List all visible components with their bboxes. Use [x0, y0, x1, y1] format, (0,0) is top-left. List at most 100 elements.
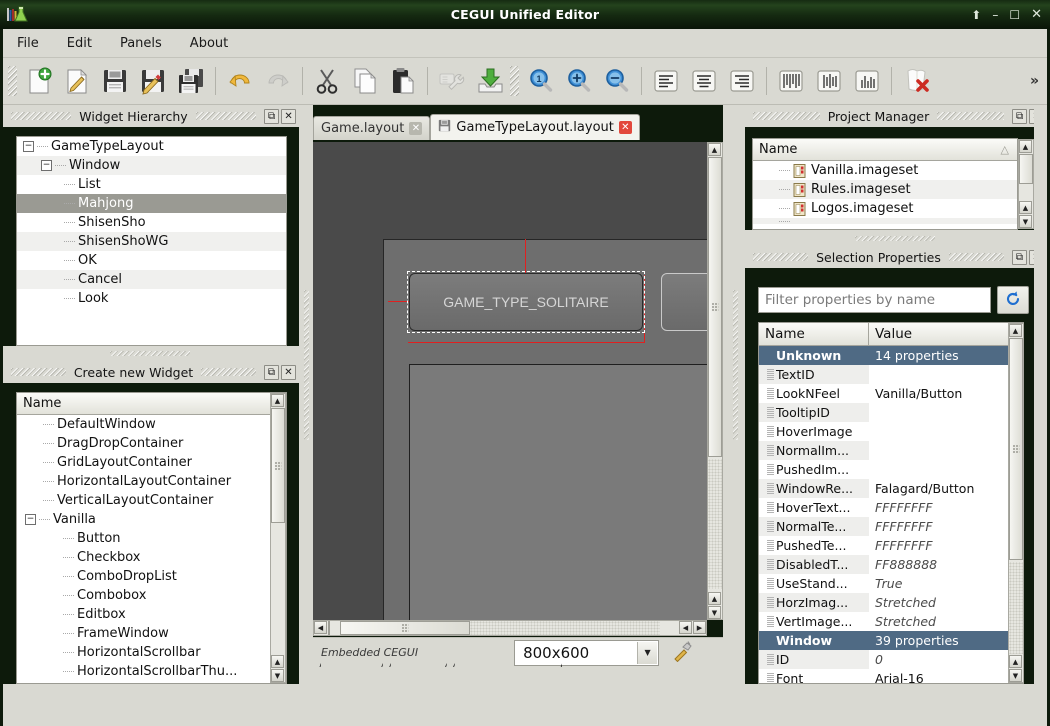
cegui-widget-list-panel[interactable]: [409, 364, 707, 620]
maximize-button[interactable]: ☐: [1009, 9, 1020, 21]
property-value[interactable]: Stretched: [869, 593, 1023, 612]
scrollbar-track[interactable]: [708, 459, 722, 589]
toolbar-overflow-button[interactable]: »: [1030, 73, 1039, 89]
property-row-vertimageformatting[interactable]: VertImage... Stretched: [759, 612, 1023, 631]
property-value[interactable]: [869, 365, 1023, 384]
tree-item-ok[interactable]: OK: [17, 251, 286, 270]
property-row-font[interactable]: Font Arial-16: [759, 669, 1023, 684]
widget-type-dragdropcontainer[interactable]: DragDropContainer: [17, 434, 286, 453]
toolbar-drag-handle[interactable]: [510, 66, 519, 96]
sort-ascending-icon[interactable]: △: [1001, 143, 1009, 156]
scrollbar-thumb[interactable]: [1019, 154, 1033, 184]
property-value[interactable]: Stretched: [869, 612, 1023, 631]
scrollbar-thumb[interactable]: [271, 408, 285, 523]
widget-hierarchy-close-icon[interactable]: ✕: [281, 109, 296, 124]
scrollbar-thumb[interactable]: [1009, 338, 1023, 560]
create-widget-tree[interactable]: Name DefaultWindow DragDropContainer Gri…: [16, 392, 287, 684]
document-tab-game-layout[interactable]: Game.layout ✕: [313, 116, 430, 140]
widget-type-horizontalscrollbarthumb[interactable]: HorizontalScrollbarThu...: [17, 662, 286, 681]
property-row-tooltipid[interactable]: TooltipID: [759, 403, 1023, 422]
canvas-vertical-scrollbar[interactable]: ▲ ▲ ▼: [707, 142, 723, 620]
project-manager-tree[interactable]: Name △ Vanilla.imageset: [752, 138, 1018, 230]
new-file-button[interactable]: [20, 62, 58, 100]
property-value[interactable]: Falagard/Button: [869, 479, 1023, 498]
layout-canvas[interactable]: GAME_TYPE_SOLITAIRE GAM: [313, 142, 707, 620]
left-splitter-grip[interactable]: [304, 290, 309, 440]
property-value[interactable]: FF888888: [869, 555, 1023, 574]
scroll-down-arrow[interactable]: ▼: [1019, 215, 1032, 228]
create-widget-float-icon[interactable]: ⧉: [264, 365, 279, 380]
property-value[interactable]: 0: [869, 650, 1023, 669]
scroll-left-arrow[interactable]: ◀: [314, 621, 327, 634]
panel-drag-handle[interactable]: [11, 368, 66, 376]
canvas-horizontal-scrollbar[interactable]: ◀ ◀ ▶: [313, 620, 707, 636]
property-value[interactable]: FFFFFFFF: [869, 498, 1023, 517]
tree-item-mahjong[interactable]: Mahjong: [17, 194, 286, 213]
scroll-down-arrow[interactable]: ▼: [271, 669, 284, 682]
refresh-properties-button[interactable]: [997, 286, 1029, 314]
scroll-up-arrow-2[interactable]: ▲: [1019, 201, 1032, 214]
scroll-left-arrow-2[interactable]: ◀: [679, 621, 692, 634]
align-middle-button[interactable]: [810, 62, 848, 100]
property-row-usestandardimagery[interactable]: UseStand... True: [759, 574, 1023, 593]
redo-button[interactable]: [259, 62, 297, 100]
tree-item-look[interactable]: Look: [17, 289, 286, 308]
project-item-vanilla-imageset[interactable]: Vanilla.imageset: [753, 161, 1017, 180]
widget-type-horizontalscrollbar[interactable]: HorizontalScrollbar: [17, 643, 286, 662]
property-row-normalimage[interactable]: NormalIm...: [759, 441, 1023, 460]
property-row-normaltextcolour[interactable]: NormalTe... FFFFFFFF: [759, 517, 1023, 536]
widget-type-horizontallayoutcontainer[interactable]: HorizontalLayoutContainer: [17, 472, 286, 491]
scroll-right-arrow[interactable]: ▶: [693, 621, 706, 634]
undo-button[interactable]: [221, 62, 259, 100]
property-value[interactable]: True: [869, 574, 1023, 593]
widget-type-defaultwindow[interactable]: DefaultWindow: [17, 415, 286, 434]
widget-type-combobox[interactable]: Combobox: [17, 586, 286, 605]
zoom-in-button[interactable]: [560, 62, 598, 100]
property-value[interactable]: [869, 441, 1023, 460]
widget-type-verticallayoutcontainer[interactable]: VerticalLayoutContainer: [17, 491, 286, 510]
menu-edit[interactable]: Edit: [65, 34, 94, 53]
scroll-up-arrow[interactable]: ▲: [1019, 140, 1032, 153]
property-row-id[interactable]: ID 0: [759, 650, 1023, 669]
scroll-up-arrow-2[interactable]: ▲: [708, 592, 721, 605]
create-widget-close-icon[interactable]: ✕: [281, 365, 296, 380]
property-row-pushedtextcolour[interactable]: PushedTe... FFFFFFFF: [759, 536, 1023, 555]
property-value[interactable]: [869, 403, 1023, 422]
minimize-button[interactable]: –: [992, 9, 998, 21]
tree-item-shisenshowg[interactable]: ShisenShoWG: [17, 232, 286, 251]
menu-panels[interactable]: Panels: [118, 34, 164, 53]
panel-drag-handle[interactable]: [949, 253, 1004, 261]
widget-type-gridlayoutcontainer[interactable]: GridLayoutContainer: [17, 453, 286, 472]
right-panel-splitter-grip[interactable]: [855, 236, 935, 241]
property-value[interactable]: FFFFFFFF: [869, 536, 1023, 555]
panel-drag-handle[interactable]: [937, 112, 1004, 120]
scroll-down-arrow[interactable]: ▼: [708, 606, 721, 619]
collapse-icon[interactable]: −: [25, 514, 36, 525]
copy-button[interactable]: [346, 62, 384, 100]
property-value[interactable]: Arial-16: [869, 669, 1023, 684]
project-item-partial[interactable]: [753, 218, 1017, 224]
save-as-button[interactable]: [134, 62, 172, 100]
align-right-button[interactable]: [723, 62, 761, 100]
widget-group-vanilla[interactable]: − Vanilla: [17, 510, 286, 529]
document-tab-close-icon[interactable]: ✕: [619, 121, 632, 134]
property-group-window[interactable]: Window 39 properties: [759, 631, 1023, 650]
widget-hierarchy-tree[interactable]: − GameTypeLayout − Window List Mahjong S…: [16, 136, 287, 346]
edit-file-button[interactable]: [58, 62, 96, 100]
widget-type-checkbox[interactable]: Checkbox: [17, 548, 286, 567]
hammer-icon[interactable]: [671, 640, 693, 665]
paste-button[interactable]: [384, 62, 422, 100]
project-item-logos-imageset[interactable]: Logos.imageset: [753, 199, 1017, 218]
properties-scrollbar[interactable]: ▲ ▲ ▼: [1008, 323, 1024, 683]
property-row-textid[interactable]: TextID: [759, 365, 1023, 384]
property-row-disabledtextcolour[interactable]: DisabledT... FF888888: [759, 555, 1023, 574]
property-value[interactable]: [869, 460, 1023, 479]
property-value[interactable]: [869, 422, 1023, 441]
tree-item-gametypelayout[interactable]: − GameTypeLayout: [17, 137, 286, 156]
resolution-dropdown[interactable]: 800x600 ▼: [514, 640, 659, 666]
scroll-down-arrow[interactable]: ▼: [1009, 669, 1022, 682]
project-manager-scrollbar[interactable]: ▲ ▲ ▼: [1018, 139, 1034, 229]
scroll-up-arrow[interactable]: ▲: [708, 143, 721, 156]
property-value[interactable]: FFFFFFFF: [869, 517, 1023, 536]
scroll-up-arrow[interactable]: ▲: [1009, 324, 1022, 337]
